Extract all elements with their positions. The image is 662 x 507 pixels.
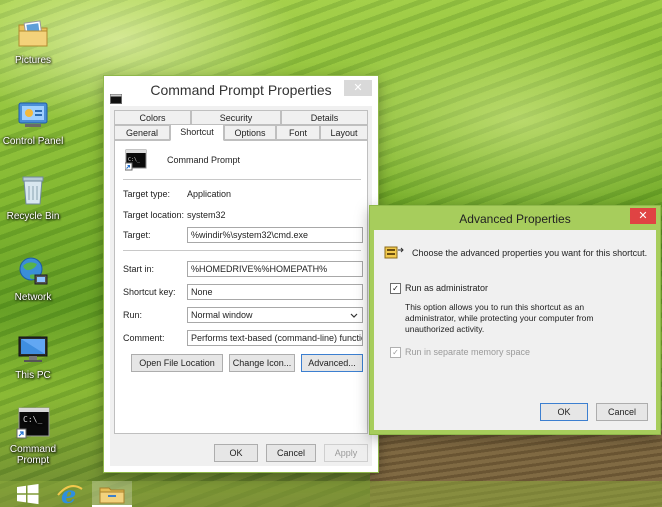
tab-layout[interactable]: Layout: [320, 125, 368, 140]
start-in-input[interactable]: %HOMEDRIVE%%HOMEPATH%: [187, 261, 363, 277]
desktop: Pictures Control Panel Recycle Bin Netwo…: [0, 0, 662, 507]
shortcut-key-input[interactable]: None: [187, 284, 363, 300]
desktop-icon-recycle-bin[interactable]: Recycle Bin: [2, 172, 64, 222]
control-panel-icon: [15, 97, 51, 133]
separate-memory-checkbox[interactable]: ✓: [390, 347, 401, 358]
divider: [123, 179, 361, 180]
tab-options[interactable]: Options: [224, 125, 276, 140]
network-icon: [15, 253, 51, 289]
shortcut-properties-icon: [384, 244, 404, 265]
admin-note: This option allows you to run this short…: [405, 302, 594, 334]
dialog-title: Advanced Properties: [459, 212, 571, 226]
dialog-client-area: Colors Security Details General Options …: [110, 106, 372, 466]
desktop-icon-network[interactable]: Network: [2, 253, 64, 303]
target-location-label: Target location:: [123, 210, 185, 220]
dialog-client-area: Choose the advanced properties you want …: [374, 230, 656, 430]
advanced-description: Choose the advanced properties you want …: [412, 248, 648, 258]
run-select-value: Normal window: [191, 310, 253, 320]
desktop-icon-label: Network: [14, 292, 52, 303]
recycle-bin-icon: [15, 172, 51, 208]
svg-text:C:\_: C:\_: [23, 415, 42, 424]
command-prompt-icon: C:\_: [15, 405, 51, 441]
comment-label: Comment:: [123, 333, 165, 343]
start-button-icon[interactable]: [8, 481, 48, 507]
desktop-icon-label: Control Panel: [2, 136, 64, 147]
desktop-icon-command-prompt[interactable]: C:\_ Command Prompt: [2, 405, 64, 466]
target-type-value: Application: [187, 189, 232, 199]
taskbar: e: [0, 480, 662, 507]
close-icon: ✕: [638, 210, 648, 222]
target-label: Target:: [123, 230, 151, 240]
desktop-icon-label: Command Prompt: [9, 444, 57, 466]
dialog-title-bar: Command Prompt Properties ✕: [104, 76, 378, 104]
advanced-properties-dialog: Advanced Properties ✕ Choose the advance…: [370, 206, 660, 434]
tab-font[interactable]: Font: [276, 125, 320, 140]
target-input[interactable]: %windir%\system32\cmd.exe: [187, 227, 363, 243]
command-prompt-properties-dialog: Command Prompt Properties ✕ Colors Secur…: [104, 76, 378, 472]
apply-button[interactable]: Apply: [324, 444, 368, 462]
tab-colors[interactable]: Colors: [114, 110, 191, 125]
run-select[interactable]: Normal window: [187, 307, 363, 323]
comment-input[interactable]: Performs text-based (command-line) funct…: [187, 330, 363, 346]
desktop-icon-pictures[interactable]: Pictures: [2, 16, 64, 66]
change-icon-button[interactable]: Change Icon...: [229, 354, 295, 372]
close-icon: ✕: [353, 82, 363, 94]
close-button[interactable]: ✕: [630, 208, 656, 224]
desktop-icon-label: Recycle Bin: [6, 211, 60, 222]
chevron-down-icon: [350, 308, 358, 322]
shortcut-app-icon: C:\_: [124, 149, 147, 176]
internet-explorer-icon[interactable]: e: [50, 480, 90, 507]
target-type-label: Target type:: [123, 189, 171, 199]
shortcut-key-label: Shortcut key:: [123, 287, 176, 297]
dialog-title-bar: Advanced Properties ✕: [370, 206, 660, 230]
run-as-administrator-checkbox[interactable]: ✓: [390, 283, 401, 294]
tab-details[interactable]: Details: [281, 110, 368, 125]
run-as-administrator-label: Run as administrator: [405, 283, 489, 293]
tab-general[interactable]: General: [114, 125, 170, 140]
desktop-icon-control-panel[interactable]: Control Panel: [2, 97, 64, 147]
run-label: Run:: [123, 310, 143, 320]
svg-text:e: e: [61, 481, 76, 507]
desktop-icon-label: This PC: [15, 370, 51, 381]
desktop-icon-this-pc[interactable]: This PC: [2, 331, 64, 381]
tab-security[interactable]: Security: [191, 110, 281, 125]
close-button[interactable]: ✕: [344, 80, 372, 96]
desktop-icon-label: Pictures: [14, 55, 52, 66]
divider: [123, 250, 361, 251]
ok-button[interactable]: OK: [540, 403, 588, 421]
advanced-button[interactable]: Advanced...: [301, 354, 363, 372]
open-file-location-button[interactable]: Open File Location: [131, 354, 223, 372]
dialog-title: Command Prompt Properties: [150, 82, 332, 98]
tab-shortcut[interactable]: Shortcut: [170, 124, 224, 141]
target-location-value: system32: [187, 210, 226, 220]
shortcut-tab-panel: C:\_ Command Prompt Target type: Applica…: [114, 140, 368, 434]
file-explorer-icon[interactable]: [92, 481, 132, 507]
pictures-folder-icon: [15, 16, 51, 52]
svg-text:C:\_: C:\_: [128, 157, 141, 163]
separate-memory-label: Run in separate memory space: [405, 347, 531, 357]
shortcut-name: Command Prompt: [167, 155, 241, 165]
cancel-button[interactable]: Cancel: [596, 403, 648, 421]
cancel-button[interactable]: Cancel: [266, 444, 316, 462]
ok-button[interactable]: OK: [214, 444, 258, 462]
this-pc-icon: [15, 331, 51, 367]
start-in-label: Start in:: [123, 264, 155, 274]
